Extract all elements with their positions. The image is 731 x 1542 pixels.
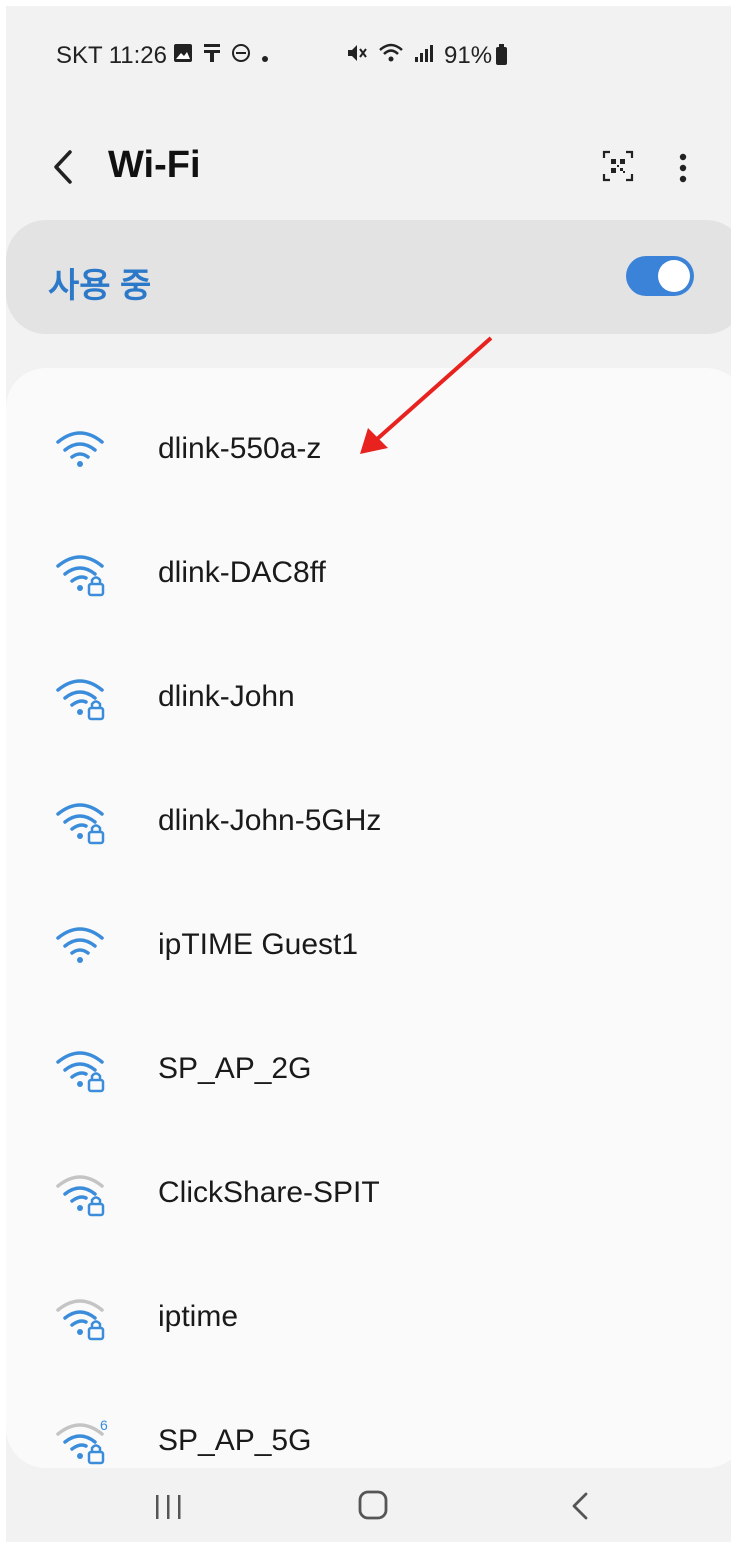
navigation-bar bbox=[6, 1468, 731, 1542]
annotation-arrow bbox=[360, 336, 493, 454]
screen: SKT 11:26 91% Wi-Fi 사용 중 dlink-550a-z dl… bbox=[6, 6, 731, 1542]
back-arrow-icon bbox=[572, 1492, 588, 1520]
more-vertical-icon bbox=[679, 153, 687, 183]
status-bar: SKT 11:26 91% bbox=[56, 36, 526, 76]
wifi-lock-icon bbox=[56, 679, 105, 721]
wifi-lock-weak-icon bbox=[56, 1299, 105, 1341]
gallery-icon bbox=[173, 42, 193, 70]
network-name: dlink-DAC8ff bbox=[158, 556, 326, 589]
network-name: dlink-John-5GHz bbox=[158, 804, 382, 837]
recents-icon bbox=[156, 1495, 181, 1519]
network-name: dlink-550a-z bbox=[158, 432, 322, 465]
chevron-left-icon bbox=[54, 150, 72, 184]
network-name: iptime bbox=[158, 1300, 239, 1333]
app-bar: Wi-Fi bbox=[6, 126, 731, 206]
wifi6-lock-icon: 6 bbox=[56, 1417, 108, 1465]
notification-dot-icon bbox=[261, 42, 269, 70]
wifi6-badge: 6 bbox=[100, 1417, 108, 1433]
carrier-label: SKT bbox=[56, 42, 103, 69]
mute-icon bbox=[346, 42, 368, 71]
page-title: Wi-Fi bbox=[108, 144, 201, 186]
battery-icon bbox=[496, 44, 508, 65]
battery-percent: 91% bbox=[444, 42, 493, 69]
status-right: 91% bbox=[346, 36, 508, 76]
recents-button[interactable] bbox=[152, 1492, 186, 1522]
signal-bars-icon bbox=[414, 42, 434, 70]
back-button[interactable] bbox=[46, 142, 86, 192]
wifi-lock-icon bbox=[56, 1051, 105, 1093]
wifi-status-icon bbox=[378, 42, 404, 71]
network-name: dlink-John bbox=[158, 680, 295, 713]
network-item[interactable]: dlink-John-5GHz bbox=[6, 758, 731, 882]
wifi-master-switch-row[interactable]: 사용 중 bbox=[6, 220, 731, 334]
wifi-icon bbox=[56, 927, 104, 963]
more-options-button[interactable] bbox=[668, 148, 698, 188]
network-item[interactable]: SP_AP_2G bbox=[6, 1006, 731, 1130]
network-name: ipTIME Guest1 bbox=[158, 928, 359, 961]
data-transfer-icon bbox=[203, 42, 221, 71]
qr-scan-icon bbox=[602, 150, 634, 182]
network-item[interactable]: dlink-John bbox=[6, 634, 731, 758]
toggle-knob bbox=[658, 260, 690, 292]
qr-code-button[interactable] bbox=[602, 150, 634, 182]
home-button[interactable] bbox=[356, 1488, 390, 1522]
wifi-toggle[interactable] bbox=[626, 256, 694, 296]
wifi-lock-icon bbox=[56, 803, 105, 845]
home-icon bbox=[358, 1490, 388, 1520]
nav-back-button[interactable] bbox=[566, 1488, 596, 1524]
network-item[interactable]: dlink-DAC8ff bbox=[6, 510, 731, 634]
network-name: SP_AP_2G bbox=[158, 1052, 312, 1085]
wifi-lock-weak-icon bbox=[56, 1175, 105, 1217]
network-item[interactable]: ipTIME Guest1 bbox=[6, 882, 731, 1006]
do-not-disturb-icon bbox=[231, 42, 251, 70]
network-item[interactable]: iptime bbox=[6, 1254, 731, 1378]
clock: 11:26 bbox=[108, 42, 167, 69]
wifi-lock-icon bbox=[56, 555, 105, 597]
wifi-icon bbox=[56, 431, 104, 467]
network-name: ClickShare-SPIT bbox=[158, 1176, 380, 1209]
wifi-status-label: 사용 중 bbox=[48, 267, 152, 305]
network-list: dlink-550a-z dlink-DAC8ff dlink-John dli… bbox=[6, 368, 731, 1468]
network-item[interactable]: ClickShare-SPIT bbox=[6, 1130, 731, 1254]
network-name: SP_AP_5G bbox=[158, 1424, 312, 1457]
